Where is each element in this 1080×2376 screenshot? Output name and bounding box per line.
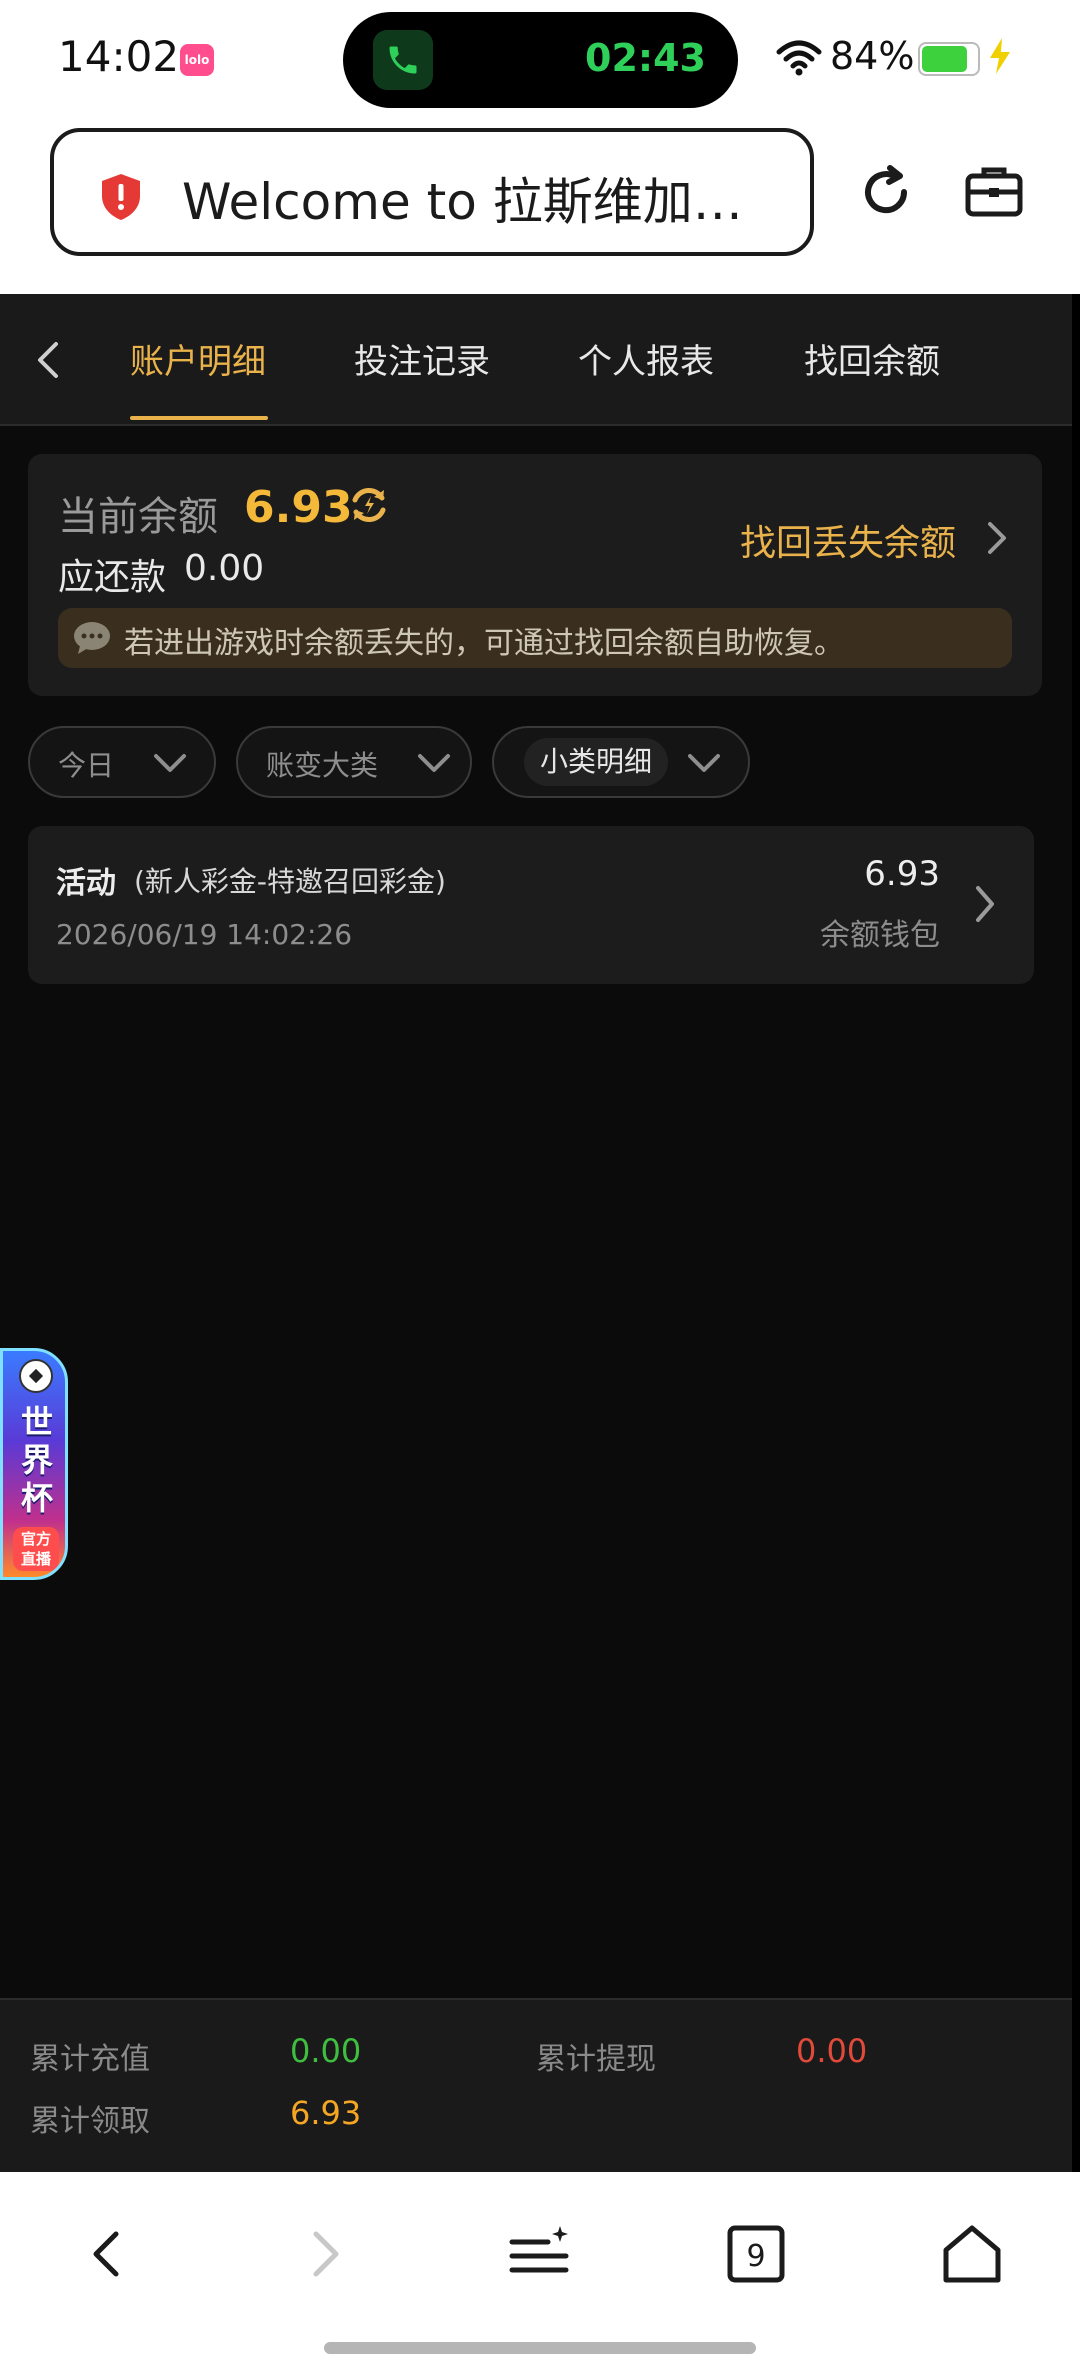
chevron-down-icon	[416, 752, 452, 780]
filter-category-dropdown[interactable]: 账变大类	[236, 726, 472, 798]
filter-date-label: 今日	[58, 749, 115, 782]
filter-subcategory-dropdown[interactable]: 小类明细	[492, 726, 750, 798]
dynamic-island[interactable]: 02:43	[343, 12, 738, 108]
menu-icon[interactable]	[508, 2222, 572, 2290]
tab-account-details[interactable]: 账户明细	[130, 334, 266, 383]
tab-bar: 账户明细 投注记录 个人报表 找回余额	[0, 294, 1072, 426]
battery-icon	[918, 42, 980, 76]
summary-bar: 累计充值 0.00 累计提现 0.00 累计领取 6.93	[0, 1998, 1072, 2172]
recharge-value: 0.00	[290, 2032, 362, 2070]
back-arrow-icon[interactable]	[28, 338, 68, 386]
reload-icon[interactable]	[856, 162, 916, 226]
transaction-wallet: 余额钱包	[820, 918, 940, 953]
tab-personal-report[interactable]: 个人报表	[578, 334, 714, 383]
address-bar[interactable]: Welcome to 拉斯维加斯…	[50, 128, 814, 256]
transaction-row[interactable]: 活动 (新人彩金-特邀召回彩金) 2026/06/19 14:02:26 6.9…	[28, 826, 1034, 984]
toolbox-icon[interactable]	[964, 162, 1024, 226]
home-icon[interactable]	[940, 2222, 1004, 2290]
tab-bet-records[interactable]: 投注记录	[354, 334, 490, 383]
live-line1: 官方	[20, 1530, 51, 1548]
tabs-count: 9	[746, 2239, 765, 2274]
refresh-balance-icon[interactable]	[346, 482, 392, 532]
claimed-value: 6.93	[290, 2094, 362, 2132]
notice-banner: 若进出游戏时余额丢失的，可通过找回余额自助恢复。	[58, 608, 1012, 668]
live-line2: 直播	[20, 1550, 51, 1568]
soccer-ball-icon	[19, 1359, 53, 1393]
charging-bolt-icon	[988, 38, 1012, 78]
phone-call-icon	[373, 30, 433, 90]
tabs-icon[interactable]: 9	[724, 2222, 788, 2290]
battery-percent: 84%	[830, 34, 915, 78]
badge-char: 杯	[20, 1479, 53, 1517]
browser-toolbar: Welcome to 拉斯维加斯…	[0, 118, 1080, 294]
notification-app-icon: lolo	[180, 44, 214, 76]
balance-label: 当前余额	[58, 494, 218, 540]
filter-category-label: 账变大类	[266, 749, 379, 782]
recover-lost-balance-link[interactable]: 找回丢失余额	[740, 514, 956, 566]
browser-bottom-nav: 9	[0, 2172, 1080, 2376]
balance-card: 当前余额 6.93 应还款 0.00 找回丢失余额 若进出游戏时余额丢失的，可通…	[28, 454, 1042, 696]
page-title: Welcome to 拉斯维加斯…	[182, 173, 792, 231]
battery-level	[922, 46, 967, 72]
security-shield-icon[interactable]	[98, 172, 144, 226]
status-bar: 14:02 lolo 02:43 84%	[0, 0, 1080, 118]
claimed-label: 累计领取	[30, 2104, 150, 2139]
status-time: 14:02	[58, 32, 180, 81]
back-icon[interactable]	[82, 2222, 132, 2290]
recharge-label: 累计充值	[30, 2042, 150, 2077]
transaction-amount: 6.93	[864, 854, 940, 894]
world-cup-live-badge[interactable]: 世 界 杯 官方 直播	[0, 1348, 68, 1580]
chat-bubble-icon	[72, 620, 112, 660]
active-tab-indicator	[130, 416, 268, 420]
due-label: 应还款	[58, 557, 167, 598]
chevron-down-icon	[686, 752, 722, 780]
withdraw-value: 0.00	[796, 2032, 868, 2070]
transaction-time: 2026/06/19 14:02:26	[56, 918, 353, 951]
transaction-category: 活动	[56, 866, 116, 901]
filter-subcategory-label: 小类明细	[524, 738, 669, 786]
transaction-description: (新人彩金-特邀召回彩金)	[134, 865, 446, 898]
call-timer: 02:43	[585, 36, 706, 80]
chevron-right-icon[interactable]	[982, 518, 1012, 562]
chevron-right-icon[interactable]	[970, 882, 1000, 930]
chevron-down-icon	[152, 752, 188, 780]
forward-icon[interactable]	[300, 2222, 350, 2290]
withdraw-label: 累计提现	[536, 2042, 656, 2077]
balance-amount: 6.93	[244, 482, 353, 533]
official-live-label: 官方 直播	[13, 1527, 59, 1571]
filter-date-dropdown[interactable]: 今日	[28, 726, 216, 798]
home-indicator[interactable]	[324, 2342, 756, 2354]
tab-recover-balance[interactable]: 找回余额	[804, 334, 940, 383]
wifi-icon	[776, 40, 822, 80]
notice-text: 若进出游戏时余额丢失的，可通过找回余额自助恢复。	[124, 626, 844, 661]
scroll-edge	[1072, 294, 1080, 2174]
due-amount: 0.00	[184, 548, 265, 589]
